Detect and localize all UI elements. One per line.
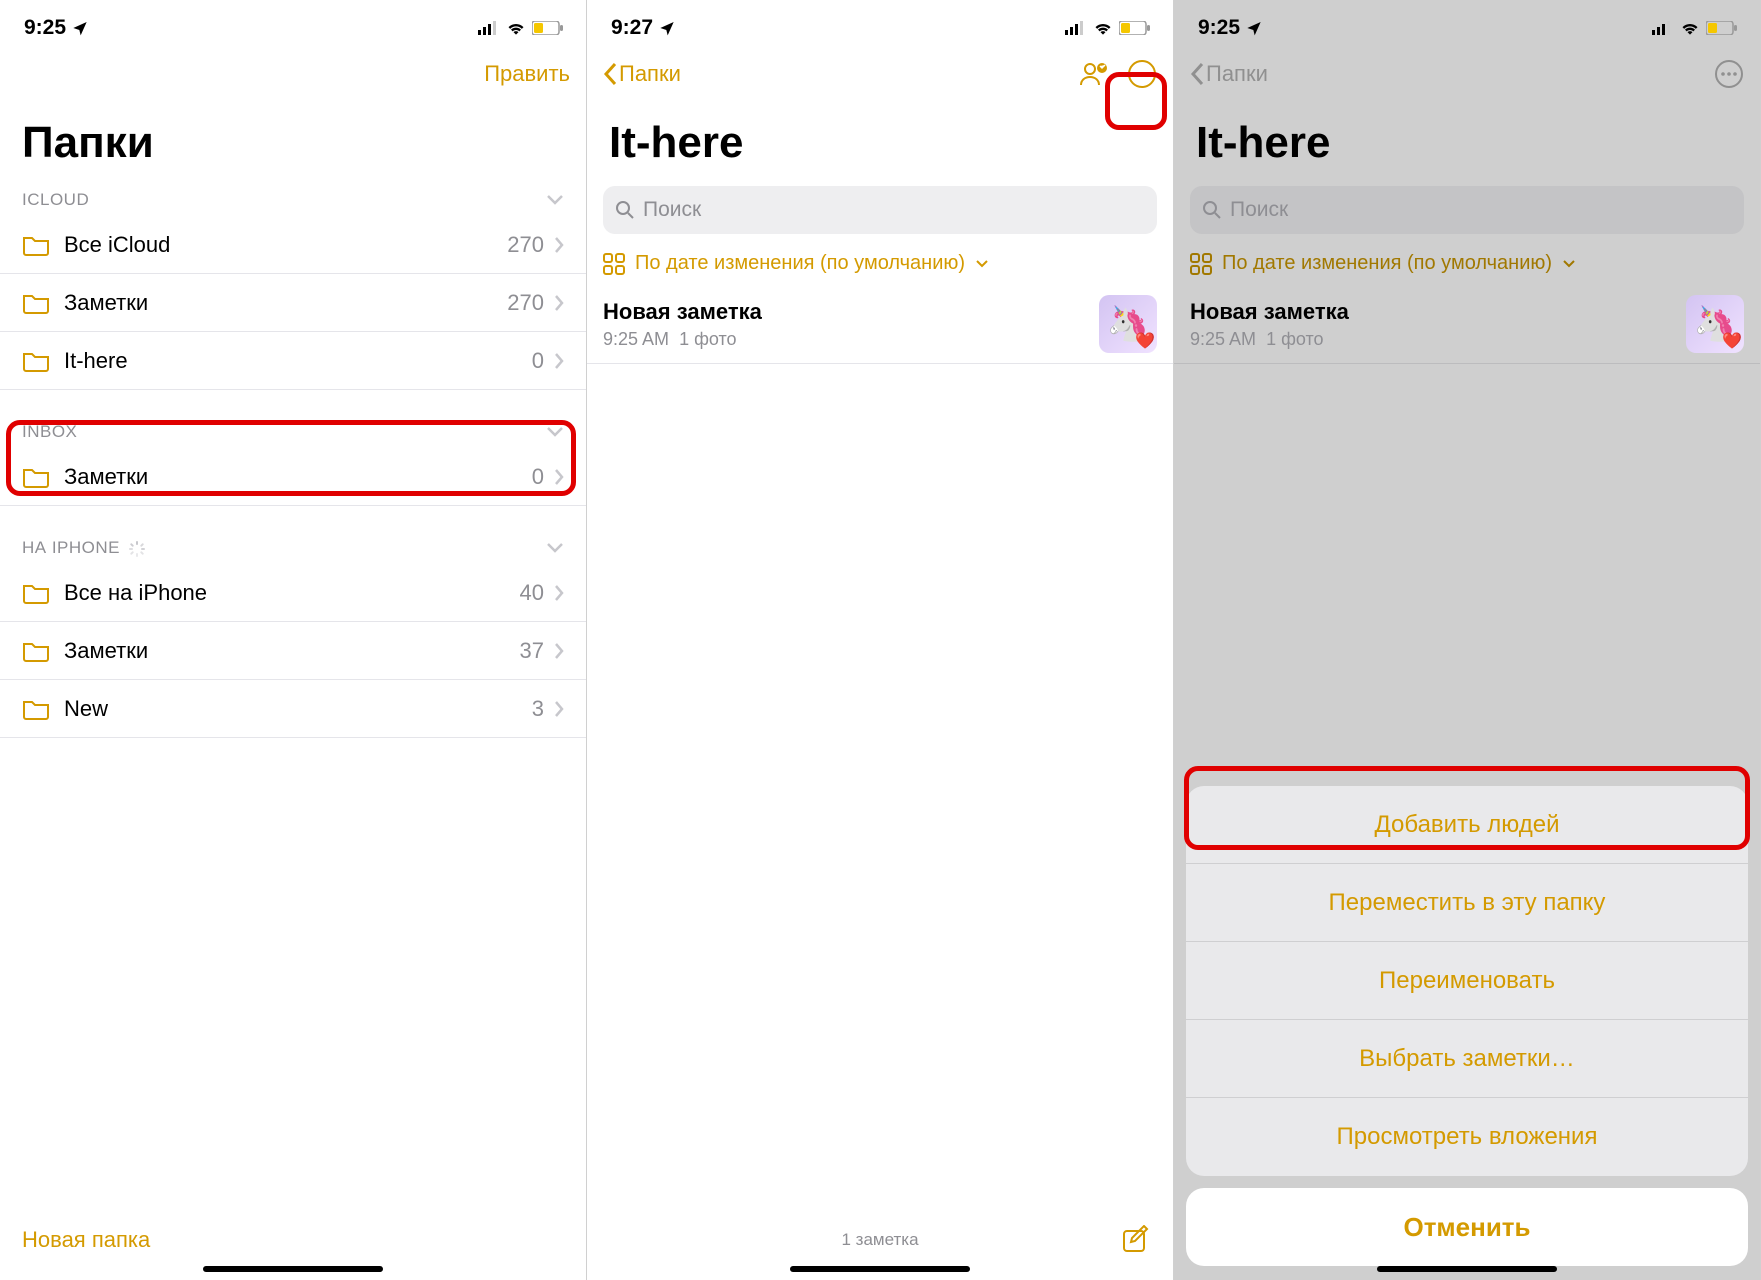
signal-icon	[478, 21, 500, 35]
sheet-cancel[interactable]: Отменить	[1186, 1188, 1748, 1266]
more-menu-icon[interactable]	[1127, 59, 1157, 89]
search-icon	[615, 200, 635, 220]
chevron-down-icon	[546, 426, 564, 438]
chevron-right-icon	[554, 236, 564, 254]
folder-icon	[22, 466, 50, 488]
wifi-icon	[506, 21, 526, 35]
chevron-right-icon	[554, 642, 564, 660]
folder-row-iphone-notes[interactable]: Заметки 37	[0, 622, 586, 680]
search-icon	[1202, 200, 1222, 220]
sort-row[interactable]: По дате изменения (по умолчанию)	[587, 244, 1173, 285]
home-indicator	[1377, 1266, 1557, 1272]
chevron-right-icon	[554, 294, 564, 312]
folder-row-new[interactable]: New 3	[0, 680, 586, 738]
screen-folders: 9:25 Править Папки ICLOUD Все iCloud 270…	[0, 0, 587, 1280]
home-indicator	[790, 1266, 970, 1272]
nav-bar: Папки	[587, 44, 1173, 104]
note-count: 1 заметка	[841, 1230, 918, 1250]
screen-action-sheet: 9:25 Папки It-here Поиск По дате изменен…	[1174, 0, 1761, 1280]
search-input[interactable]: Поиск	[603, 186, 1157, 234]
folder-row-notes[interactable]: Заметки 270	[0, 274, 586, 332]
battery-icon	[1706, 21, 1738, 35]
chevron-down-icon	[546, 194, 564, 206]
note-thumbnail: 🦄❤️	[1686, 295, 1744, 353]
folder-icon	[22, 350, 50, 372]
chevron-left-icon	[603, 62, 617, 86]
status-bar: 9:25	[1174, 12, 1760, 44]
chevron-down-icon	[1562, 259, 1576, 269]
more-menu-icon[interactable]	[1714, 59, 1744, 89]
chevron-right-icon	[554, 352, 564, 370]
folder-title: It-here	[1174, 104, 1760, 180]
chevron-right-icon	[554, 584, 564, 602]
location-icon	[659, 20, 675, 36]
compose-button[interactable]	[1121, 1225, 1151, 1255]
chevron-down-icon	[975, 259, 989, 269]
chevron-down-icon	[546, 542, 564, 554]
location-icon	[1246, 20, 1262, 36]
spinner-icon	[129, 541, 145, 557]
folder-icon	[22, 698, 50, 720]
share-people-icon[interactable]	[1079, 61, 1109, 87]
sheet-rename[interactable]: Переименовать	[1186, 942, 1748, 1020]
status-bar: 9:27	[587, 12, 1173, 44]
status-time: 9:27	[611, 16, 653, 40]
status-time: 9:25	[24, 16, 66, 40]
screen-folder-detail: 9:27 Папки It-here Поиск По дате изменен…	[587, 0, 1174, 1280]
back-button[interactable]: Папки	[1190, 61, 1268, 87]
sheet-select-notes[interactable]: Выбрать заметки…	[1186, 1020, 1748, 1098]
sort-row[interactable]: По дате изменения (по умолчанию)	[1174, 244, 1760, 285]
folder-icon	[22, 640, 50, 662]
sheet-move[interactable]: Переместить в эту папку	[1186, 864, 1748, 942]
nav-bar: Править	[0, 44, 586, 104]
folder-row-ithere[interactable]: It-here 0	[0, 332, 586, 390]
note-row[interactable]: Новая заметка 9:25 AM 1 фото 🦄❤️	[1174, 285, 1760, 364]
sheet-add-people[interactable]: Добавить людей	[1186, 786, 1748, 864]
signal-icon	[1065, 21, 1087, 35]
new-folder-button[interactable]: Новая папка	[22, 1227, 150, 1253]
section-header-inbox[interactable]: INBOX	[0, 412, 586, 448]
signal-icon	[1652, 21, 1674, 35]
folder-title: It-here	[587, 104, 1173, 180]
chevron-right-icon	[554, 700, 564, 718]
home-indicator	[203, 1266, 383, 1272]
search-input[interactable]: Поиск	[1190, 186, 1744, 234]
battery-icon	[1119, 21, 1151, 35]
wifi-icon	[1680, 21, 1700, 35]
folder-icon	[22, 582, 50, 604]
grid-icon	[603, 253, 625, 275]
folder-row-all-iphone[interactable]: Все на iPhone 40	[0, 564, 586, 622]
chevron-right-icon	[554, 468, 564, 486]
nav-bar: Папки	[1174, 44, 1760, 104]
chevron-left-icon	[1190, 62, 1204, 86]
note-title: Новая заметка	[1190, 299, 1686, 325]
folder-row-inbox-notes[interactable]: Заметки 0	[0, 448, 586, 506]
status-bar: 9:25	[0, 12, 586, 44]
wifi-icon	[1093, 21, 1113, 35]
action-sheet: Добавить людей Переместить в эту папку П…	[1186, 786, 1748, 1266]
note-title: Новая заметка	[603, 299, 1099, 325]
page-title: Папки	[0, 104, 586, 180]
folder-icon	[22, 292, 50, 314]
status-time: 9:25	[1198, 16, 1240, 40]
sheet-view-attachments[interactable]: Просмотреть вложения	[1186, 1098, 1748, 1176]
search-placeholder: Поиск	[643, 198, 701, 222]
search-placeholder: Поиск	[1230, 198, 1288, 222]
battery-icon	[532, 21, 564, 35]
note-thumbnail: 🦄❤️	[1099, 295, 1157, 353]
section-header-oniphone[interactable]: НА IPHONE	[0, 528, 586, 564]
note-row[interactable]: Новая заметка 9:25 AM 1 фото 🦄❤️	[587, 285, 1173, 364]
section-header-icloud[interactable]: ICLOUD	[0, 180, 586, 216]
edit-button[interactable]: Править	[484, 61, 570, 87]
back-button[interactable]: Папки	[603, 61, 681, 87]
folder-icon	[22, 234, 50, 256]
folder-row-all-icloud[interactable]: Все iCloud 270	[0, 216, 586, 274]
grid-icon	[1190, 253, 1212, 275]
location-icon	[72, 20, 88, 36]
